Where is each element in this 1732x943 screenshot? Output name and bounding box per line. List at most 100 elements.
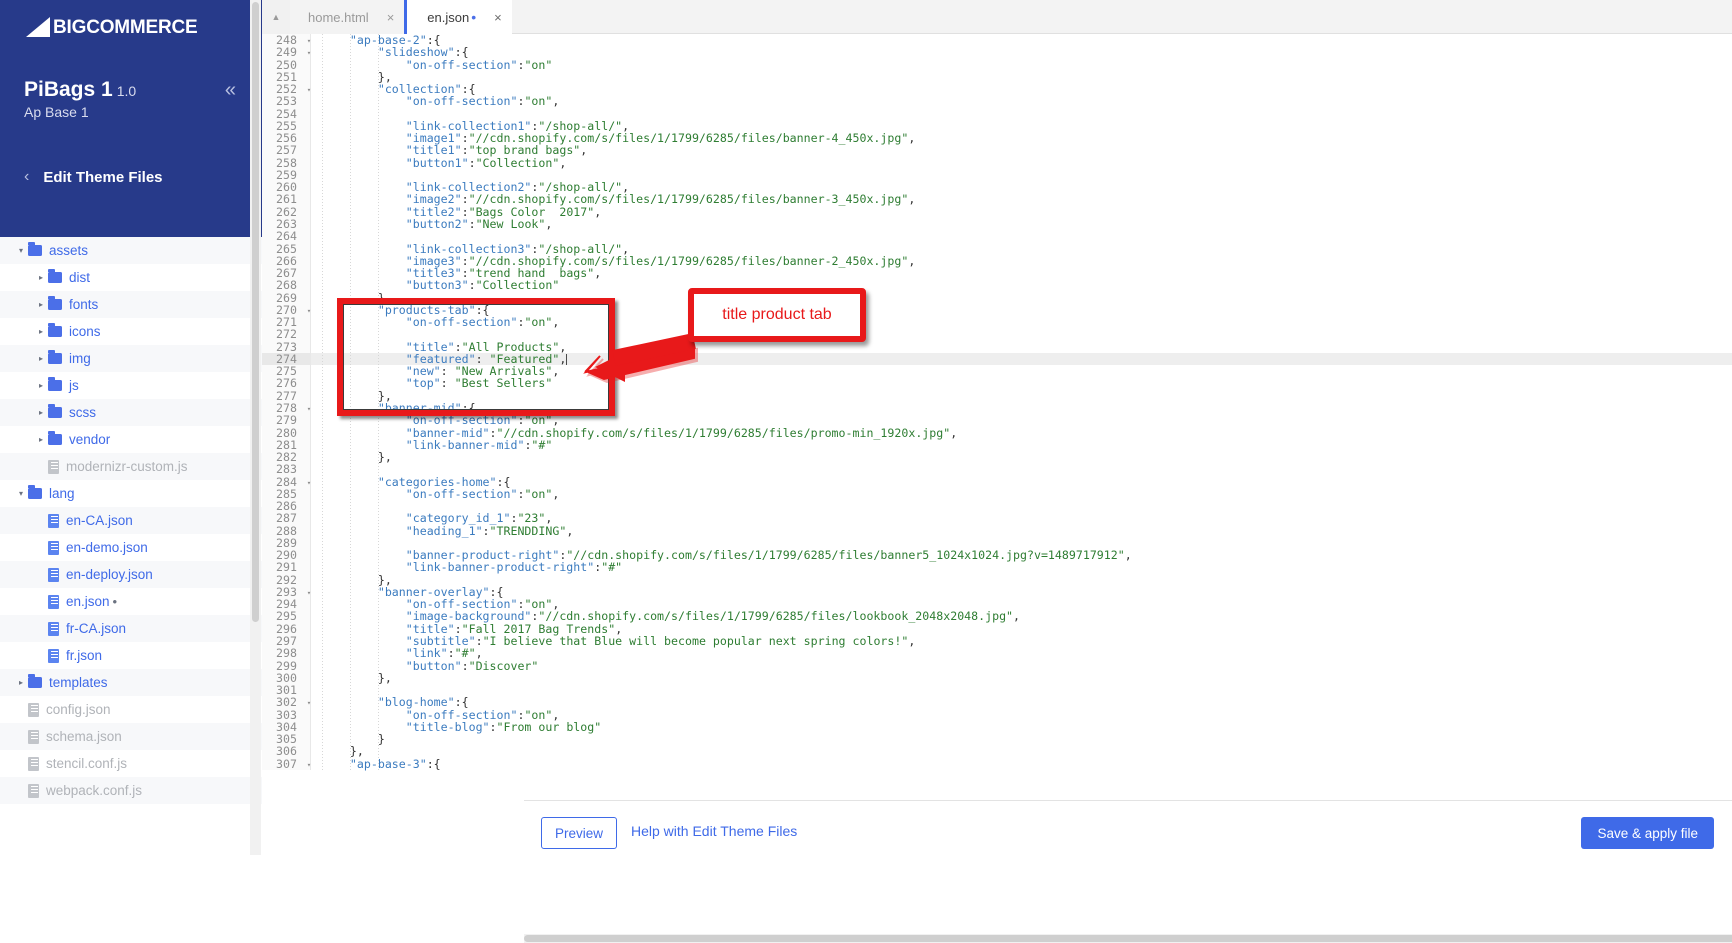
preview-button[interactable]: Preview — [541, 817, 617, 849]
code-line[interactable]: 305 } — [262, 733, 1732, 745]
gutter-divider — [304, 451, 311, 464]
code-line[interactable]: 251 }, — [262, 71, 1732, 83]
tabs-scroll-up-icon[interactable]: ▲ — [262, 0, 290, 34]
tree-item-label: modernizr-custom.js — [66, 458, 188, 474]
code-line[interactable]: 250 "on-off-section":"on" — [262, 58, 1732, 71]
horizontal-scrollbar-thumb[interactable] — [524, 935, 1732, 942]
tree-file-schema-json[interactable]: schema.json — [0, 723, 262, 750]
code-line[interactable]: 282 }, — [262, 451, 1732, 463]
horizontal-scrollbar[interactable] — [524, 934, 1732, 943]
code-line[interactable]: 299 "button":"Discover" — [262, 659, 1732, 672]
tree-folder-templates[interactable]: templates — [0, 669, 262, 696]
code-line[interactable]: 263 "button2":"New Look", — [262, 218, 1732, 230]
code-line[interactable]: 288 "heading_1":"TRENDDING", — [262, 524, 1732, 537]
editor-tab-en-json[interactable]: en.json • × — [404, 0, 512, 34]
chevron-right-icon[interactable] — [34, 381, 48, 390]
tree-folder-icons[interactable]: icons — [0, 318, 262, 345]
tab-close-icon[interactable]: × — [387, 10, 395, 25]
chevron-right-icon[interactable] — [34, 300, 48, 309]
chevron-down-icon[interactable] — [14, 489, 28, 498]
gutter-divider — [304, 414, 311, 427]
code-line[interactable]: 304 "title-blog":"From our blog" — [262, 721, 1732, 733]
code-line[interactable]: 258 "button1":"Collection", — [262, 156, 1732, 169]
logo-prefix: BIG — [53, 17, 87, 38]
gutter-divider — [304, 487, 311, 501]
tree-item-label: fr-CA.json — [66, 620, 127, 636]
gutter-divider — [304, 95, 311, 108]
code-lines[interactable]: 248 ▾ "ap-base-2":{249 ▾ "slideshow":{250 … — [262, 34, 1732, 770]
folder-icon — [48, 296, 62, 310]
help-link[interactable]: Help with Edit Theme Files — [631, 823, 797, 839]
code-line[interactable]: 285 "on-off-section":"on", — [262, 488, 1732, 500]
chevron-right-icon[interactable] — [34, 327, 48, 336]
gutter-divider — [304, 365, 311, 378]
gutter-divider — [304, 549, 311, 562]
tree-file-fr-ca-json[interactable]: fr-CA.json — [0, 615, 262, 642]
tree-folder-vendor[interactable]: vendor — [0, 426, 262, 453]
editor-tab-home-html[interactable]: home.html × — [290, 0, 405, 34]
chevron-right-icon[interactable] — [14, 678, 28, 687]
tree-file-modernizr-custom-js[interactable]: modernizr-custom.js — [0, 453, 262, 480]
code-line[interactable]: 281 "link-banner-mid":"#" — [262, 438, 1732, 451]
editor-tabs[interactable]: home.html × en.json • × — [290, 0, 512, 34]
gutter-divider — [304, 217, 311, 231]
gutter-divider — [304, 242, 311, 255]
file-tree[interactable]: assets dist fonts icons img js scss vendor moder… — [0, 237, 262, 943]
tree-folder-lang[interactable]: lang — [0, 480, 262, 507]
tree-folder-assets[interactable]: assets — [0, 237, 262, 264]
tree-item-label: scss — [69, 404, 96, 420]
code-line[interactable]: 306 }, — [262, 745, 1732, 758]
tab-close-icon[interactable]: × — [494, 10, 502, 25]
sidebar-scrollbar[interactable] — [250, 0, 261, 855]
tree-file-webpack-conf-js[interactable]: webpack.conf.js — [0, 777, 262, 804]
gutter-divider — [304, 500, 311, 513]
file-icon — [28, 783, 39, 798]
code-line[interactable]: 307 ▾ "ap-base-3":{ — [262, 757, 1732, 770]
tree-folder-scss[interactable]: scss — [0, 399, 262, 426]
chevron-right-icon[interactable] — [34, 435, 48, 444]
code-line[interactable]: 253 "on-off-section":"on", — [262, 94, 1732, 109]
tree-file-en-ca-json[interactable]: en-CA.json — [0, 507, 262, 534]
tree-folder-img[interactable]: img — [0, 345, 262, 372]
chevron-down-icon[interactable] — [14, 246, 28, 255]
tree-file-en-deploy-json[interactable]: en-deploy.json — [0, 561, 262, 588]
save-and-apply-button[interactable]: Save & apply file — [1581, 817, 1714, 849]
sidebar-scrollbar-thumb[interactable] — [252, 2, 259, 622]
tree-folder-js[interactable]: js — [0, 372, 262, 399]
collapse-sidebar-icon[interactable]: « — [225, 80, 236, 100]
tree-file-config-json[interactable]: config.json — [0, 696, 262, 723]
gutter-divider — [304, 144, 311, 157]
tree-file-fr-json[interactable]: fr.json — [0, 642, 262, 669]
tree-folder-dist[interactable]: dist — [0, 264, 262, 291]
code-editor[interactable]: 248 ▾ "ap-base-2":{249 ▾ "slideshow":{250 … — [262, 34, 1732, 800]
chevron-right-icon[interactable] — [34, 408, 48, 417]
gutter-divider — [304, 561, 311, 574]
tree-folder-fonts[interactable]: fonts — [0, 291, 262, 318]
gutter-divider — [304, 733, 311, 746]
gutter-divider — [304, 610, 311, 623]
gutter-divider — [304, 622, 311, 636]
code-line[interactable]: 300 }, — [262, 672, 1732, 684]
code-line[interactable]: 248 ▾ "ap-base-2":{ — [262, 34, 1732, 46]
code-line[interactable]: 291 "link-banner-product-right":"#" — [262, 561, 1732, 574]
code-line[interactable]: 277 }, — [262, 389, 1732, 402]
edit-theme-files-nav[interactable]: ‹ Edit Theme Files — [24, 168, 163, 186]
code-line[interactable]: 271 "on-off-section":"on", — [262, 316, 1732, 328]
code-line[interactable]: 301 — [262, 684, 1732, 696]
gutter-divider — [304, 291, 311, 304]
code-line-text: "on-off-section":"on", — [405, 94, 560, 109]
code-line[interactable]: 268 "button3":"Collection" — [262, 279, 1732, 292]
gutter-divider — [304, 181, 311, 194]
chevron-right-icon[interactable] — [34, 354, 48, 363]
chevron-right-icon[interactable] — [34, 273, 48, 282]
gutter-divider — [304, 254, 311, 268]
line-number: 280 — [262, 426, 304, 439]
gutter-divider — [304, 340, 311, 353]
tree-file-en-json[interactable]: en.json • — [0, 588, 262, 615]
gutter-divider — [304, 230, 311, 243]
theme-version: 1.0 — [116, 83, 137, 99]
tree-file-stencil-conf-js[interactable]: stencil.conf.js — [0, 750, 262, 777]
code-line[interactable]: 276 "top": "Best Sellers" — [262, 377, 1732, 390]
tree-item-label: js — [69, 377, 79, 393]
tree-file-en-demo-json[interactable]: en-demo.json — [0, 534, 262, 561]
